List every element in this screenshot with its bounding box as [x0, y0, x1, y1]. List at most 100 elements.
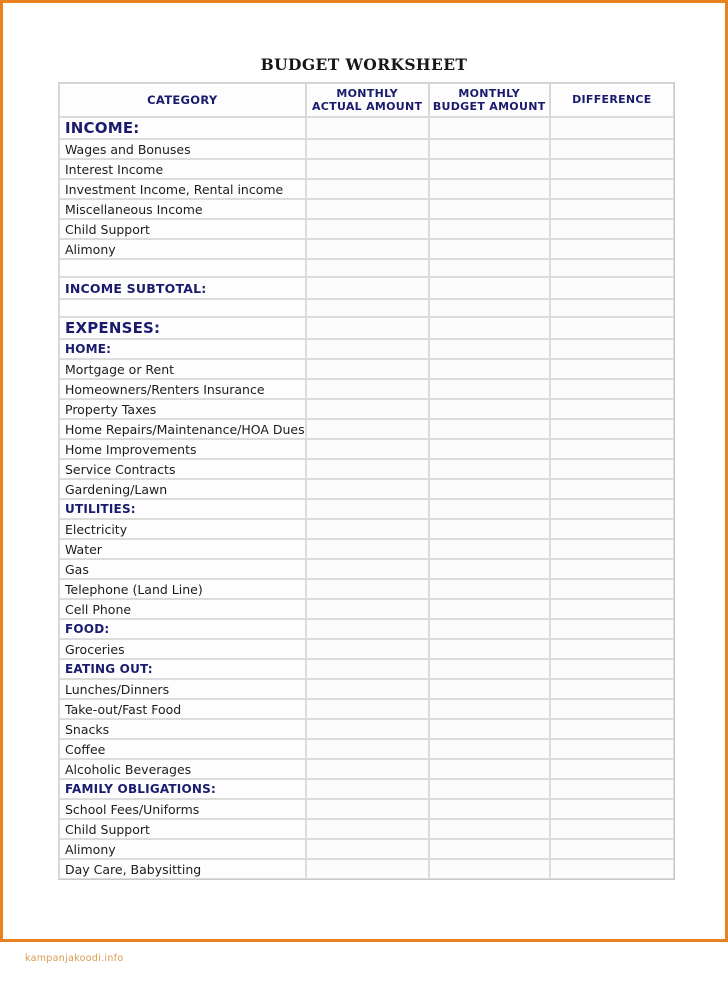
cell-budget[interactable]: [428, 579, 550, 599]
cell-difference[interactable]: [549, 739, 674, 759]
cell-budget[interactable]: [428, 459, 550, 479]
cell-actual[interactable]: [305, 399, 429, 419]
cell-budget[interactable]: [428, 859, 550, 879]
cell-budget[interactable]: [428, 479, 550, 499]
cell-actual[interactable]: [305, 159, 429, 179]
cell-budget[interactable]: [428, 179, 550, 199]
cell-actual[interactable]: [305, 739, 429, 759]
cell-difference[interactable]: [549, 239, 674, 259]
cell-difference[interactable]: [549, 719, 674, 739]
cell-budget[interactable]: [428, 379, 550, 399]
cell-budget[interactable]: [428, 139, 550, 159]
cell-actual[interactable]: [305, 379, 429, 399]
cell-budget[interactable]: [428, 399, 550, 419]
cell-difference[interactable]: [549, 559, 674, 579]
cell-actual[interactable]: [305, 219, 429, 239]
cell-difference[interactable]: [549, 277, 674, 299]
cell-difference[interactable]: [549, 479, 674, 499]
cell-budget[interactable]: [428, 539, 550, 559]
cell-difference[interactable]: [549, 259, 674, 277]
cell-difference[interactable]: [549, 299, 674, 317]
cell-difference[interactable]: [549, 579, 674, 599]
cell-difference[interactable]: [549, 799, 674, 819]
cell-difference[interactable]: [549, 159, 674, 179]
cell-actual[interactable]: [305, 459, 429, 479]
cell-budget[interactable]: [428, 419, 550, 439]
cell-budget[interactable]: [428, 519, 550, 539]
cell-difference[interactable]: [549, 519, 674, 539]
cell-actual[interactable]: [305, 239, 429, 259]
cell-difference[interactable]: [549, 199, 674, 219]
cell-difference[interactable]: [549, 317, 674, 339]
cell-actual[interactable]: [305, 179, 429, 199]
cell-actual[interactable]: [305, 519, 429, 539]
cell-budget[interactable]: [428, 559, 550, 579]
cell-budget[interactable]: [428, 779, 550, 799]
cell-budget[interactable]: [428, 439, 550, 459]
cell-actual[interactable]: [305, 699, 429, 719]
cell-actual[interactable]: [305, 679, 429, 699]
cell-budget[interactable]: [428, 739, 550, 759]
cell-budget[interactable]: [428, 599, 550, 619]
cell-budget[interactable]: [428, 819, 550, 839]
cell-actual[interactable]: [305, 579, 429, 599]
cell-budget[interactable]: [428, 679, 550, 699]
cell-budget[interactable]: [428, 719, 550, 739]
cell-actual[interactable]: [305, 299, 429, 317]
cell-actual[interactable]: [305, 619, 429, 639]
cell-actual[interactable]: [305, 479, 429, 499]
cell-difference[interactable]: [549, 679, 674, 699]
cell-actual[interactable]: [305, 639, 429, 659]
cell-difference[interactable]: [549, 419, 674, 439]
cell-actual[interactable]: [305, 339, 429, 359]
cell-difference[interactable]: [549, 859, 674, 879]
cell-actual[interactable]: [305, 419, 429, 439]
cell-actual[interactable]: [305, 659, 429, 679]
cell-difference[interactable]: [549, 359, 674, 379]
cell-budget[interactable]: [428, 699, 550, 719]
cell-actual[interactable]: [305, 359, 429, 379]
cell-difference[interactable]: [549, 839, 674, 859]
cell-difference[interactable]: [549, 639, 674, 659]
cell-difference[interactable]: [549, 459, 674, 479]
cell-actual[interactable]: [305, 259, 429, 277]
cell-budget[interactable]: [428, 299, 550, 317]
cell-difference[interactable]: [549, 659, 674, 679]
cell-difference[interactable]: [549, 179, 674, 199]
cell-difference[interactable]: [549, 779, 674, 799]
cell-budget[interactable]: [428, 117, 550, 139]
cell-actual[interactable]: [305, 559, 429, 579]
cell-difference[interactable]: [549, 399, 674, 419]
cell-actual[interactable]: [305, 819, 429, 839]
cell-budget[interactable]: [428, 659, 550, 679]
cell-difference[interactable]: [549, 219, 674, 239]
cell-budget[interactable]: [428, 277, 550, 299]
cell-budget[interactable]: [428, 259, 550, 277]
cell-budget[interactable]: [428, 619, 550, 639]
cell-difference[interactable]: [549, 439, 674, 459]
cell-budget[interactable]: [428, 799, 550, 819]
cell-difference[interactable]: [549, 499, 674, 519]
cell-actual[interactable]: [305, 599, 429, 619]
cell-actual[interactable]: [305, 277, 429, 299]
cell-difference[interactable]: [549, 379, 674, 399]
cell-actual[interactable]: [305, 839, 429, 859]
cell-budget[interactable]: [428, 359, 550, 379]
cell-actual[interactable]: [305, 199, 429, 219]
cell-actual[interactable]: [305, 779, 429, 799]
cell-actual[interactable]: [305, 139, 429, 159]
cell-difference[interactable]: [549, 117, 674, 139]
cell-budget[interactable]: [428, 759, 550, 779]
cell-actual[interactable]: [305, 499, 429, 519]
cell-difference[interactable]: [549, 759, 674, 779]
cell-budget[interactable]: [428, 499, 550, 519]
cell-difference[interactable]: [549, 599, 674, 619]
cell-difference[interactable]: [549, 139, 674, 159]
cell-budget[interactable]: [428, 839, 550, 859]
cell-actual[interactable]: [305, 859, 429, 879]
cell-difference[interactable]: [549, 539, 674, 559]
cell-budget[interactable]: [428, 639, 550, 659]
cell-budget[interactable]: [428, 317, 550, 339]
cell-budget[interactable]: [428, 199, 550, 219]
cell-budget[interactable]: [428, 159, 550, 179]
